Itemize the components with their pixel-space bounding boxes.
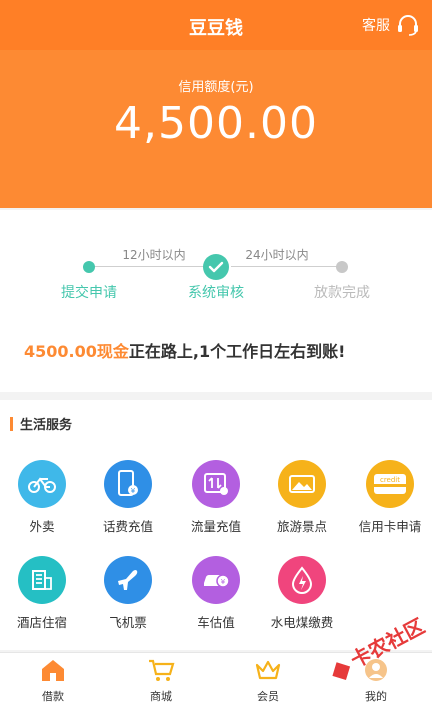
svg-text:¥: ¥ <box>131 487 136 495</box>
service-flight[interactable]: 飞机票 <box>86 556 170 631</box>
checkmark-icon <box>208 261 224 273</box>
step-label-complete: 放款完成 <box>314 285 370 301</box>
notice-text: 正在路上,1个工作日左右到账! <box>128 342 346 361</box>
service-car-valuation[interactable]: ¥ 车估值 <box>174 556 258 631</box>
credit-card-icon: credit <box>366 460 414 508</box>
nav-member[interactable]: 会员 <box>218 657 318 704</box>
credit-limit-label: 信用额度(元) <box>178 80 254 95</box>
service-takeout[interactable]: 外卖 <box>0 460 84 535</box>
service-label: 旅游景点 <box>276 519 327 534</box>
nav-label: 会员 <box>257 690 279 703</box>
service-label: 外卖 <box>29 519 55 534</box>
step-dot-complete <box>336 261 348 273</box>
service-travel[interactable]: 旅游景点 <box>260 460 344 535</box>
nav-mall[interactable]: 商城 <box>111 657 211 704</box>
progress-line-2 <box>231 266 339 267</box>
crown-icon <box>255 660 281 680</box>
phone-recharge-icon: ¥ <box>104 460 152 508</box>
section-accent-bar <box>10 416 13 431</box>
home-icon <box>42 660 64 681</box>
service-hotel[interactable]: 酒店住宿 <box>0 556 84 631</box>
car-valuation-icon: ¥ <box>192 556 240 604</box>
utility-icon <box>278 556 326 604</box>
service-label: 车估值 <box>197 615 235 630</box>
nav-loan[interactable]: 借款 <box>3 657 103 704</box>
bicycle-icon <box>18 460 66 508</box>
customer-service-button[interactable]: 客服 <box>362 14 420 36</box>
credit-limit-amount: 4,500.00 <box>114 98 318 149</box>
credit-card-text: credit <box>380 476 400 484</box>
service-phone-recharge[interactable]: ¥ 话费充值 <box>86 460 170 535</box>
service-label: 流量充值 <box>190 519 241 534</box>
top-bar: 豆豆钱 客服 <box>0 0 432 50</box>
data-recharge-icon <box>192 460 240 508</box>
watermark-logo: 卡农社区 <box>320 612 432 682</box>
notice-amount: 4500.00现金 <box>24 342 129 361</box>
step-label-submit: 提交申请 <box>61 285 117 301</box>
scenery-icon <box>278 460 326 508</box>
service-label: 信用卡申请 <box>358 519 422 534</box>
service-label: 话费充值 <box>102 519 153 534</box>
service-label: 酒店住宿 <box>16 615 67 630</box>
nav-label: 借款 <box>42 690 64 703</box>
header-section: 豆豆钱 客服 信用额度(元) 4,500.00 <box>0 0 432 208</box>
progress-line-1 <box>95 266 215 267</box>
nav-label: 我的 <box>365 690 387 703</box>
step-dot-submit <box>83 261 95 273</box>
cart-icon <box>149 659 175 681</box>
step-check-review <box>203 254 229 280</box>
customer-service-label: 客服 <box>362 18 390 34</box>
application-progress: 12小时以内 24小时以内 提交申请 系统审核 放款完成 4500.00现金正在… <box>0 210 432 392</box>
disbursement-notice: 4500.00现金正在路上,1个工作日左右到账! <box>24 338 345 362</box>
service-label: 飞机票 <box>109 615 147 630</box>
step-time-1: 12小时以内 <box>122 248 186 262</box>
step-time-2: 24小时以内 <box>245 248 309 262</box>
nav-label: 商城 <box>150 690 172 703</box>
headset-icon <box>398 15 418 36</box>
service-credit-card[interactable]: credit 信用卡申请 <box>348 460 432 535</box>
step-label-review: 系统审核 <box>188 285 244 301</box>
svg-text:¥: ¥ <box>221 578 226 586</box>
hotel-icon <box>18 556 66 604</box>
section-title: 生活服务 <box>20 418 73 433</box>
svg-text:卡农社区: 卡农社区 <box>347 614 429 673</box>
section-header: 生活服务 <box>10 414 72 433</box>
airplane-icon <box>104 556 152 604</box>
service-data-recharge[interactable]: 流量充值 <box>174 460 258 535</box>
